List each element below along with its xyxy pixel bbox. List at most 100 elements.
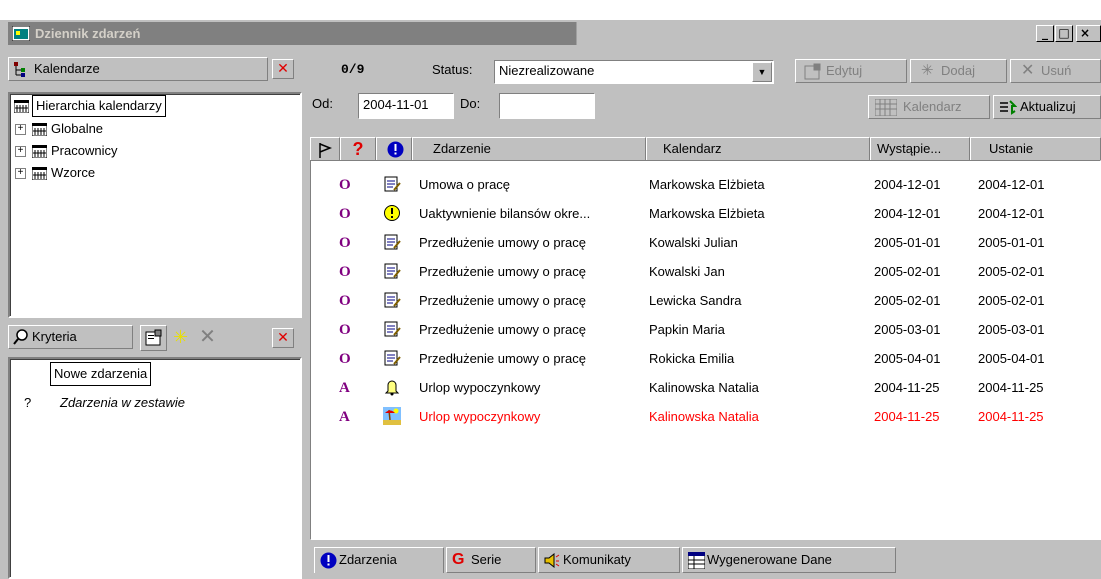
document-pen-icon (383, 233, 403, 253)
minimize-button[interactable]: _ (1036, 25, 1054, 42)
expand-icon[interactable]: + (15, 124, 26, 135)
column-occurred[interactable]: Wystąpie... (870, 137, 970, 161)
set-cell: 2004-12-01 (978, 177, 1045, 192)
event-cell: Uaktywnienie bilansów okre... (419, 206, 591, 221)
set-cell: 2005-03-01 (978, 322, 1045, 337)
table-row[interactable]: O Umowa o pracę Markowska Elżbieta 2004-12-… (311, 171, 1100, 199)
info-icon (320, 552, 337, 569)
flag-icon (319, 143, 333, 158)
refresh-button[interactable]: Aktualizuj (993, 95, 1101, 119)
table-row[interactable]: O Przedłużenie umowy o pracę Lewicka Sandr… (311, 287, 1100, 315)
column-calendar[interactable]: Kalendarz (646, 137, 870, 161)
add-label: Dodaj (941, 63, 975, 78)
event-cell: Przedłużenie umowy o pracę (419, 293, 586, 308)
occurred-cell: 2005-03-01 (874, 322, 941, 337)
chevron-down-icon[interactable]: ▼ (752, 62, 772, 82)
occurred-cell: 2004-11-25 (874, 380, 940, 395)
criteria-add-button[interactable]: ✳ (167, 325, 194, 351)
delete-button[interactable]: ✕ Usuń (1010, 59, 1101, 83)
status-value: Niezrealizowane (499, 63, 595, 78)
status-select[interactable]: Niezrealizowane ▼ (494, 60, 774, 84)
criteria-item[interactable]: Zdarzenia w zestawie (60, 392, 185, 414)
calendar-cell: Rokicka Emilia (649, 351, 735, 366)
flag-cell: O (339, 177, 351, 193)
table-row[interactable]: O Przedłużenie umowy o pracę Kowalski Juli… (311, 229, 1100, 257)
criteria-edit-button[interactable] (140, 325, 167, 351)
criteria-header: Kryteria (8, 325, 133, 349)
close-criteria-button[interactable]: ✕ (272, 328, 294, 348)
table-row[interactable]: A Urlop wypoczynkowy Kalinowska Natalia 200… (311, 403, 1100, 431)
to-date-input[interactable] (499, 93, 595, 119)
close-calendars-button[interactable]: ✕ (272, 59, 294, 79)
event-cell: Urlop wypoczynkowy (419, 409, 541, 424)
flag-cell: O (339, 206, 351, 222)
from-label: Od: (312, 96, 333, 111)
event-cell: Przedłużenie umowy o pracę (419, 351, 586, 366)
calendars-header: Kalendarze (8, 57, 268, 81)
tree-item-label: Pracownicy (51, 143, 118, 158)
calendar-cell: Kalinowska Natalia (649, 380, 759, 395)
app-icon (12, 26, 30, 41)
table-row[interactable]: O Przedłużenie umowy o pracę Kowalski Jan 2… (311, 258, 1100, 286)
events-grid[interactable]: O Umowa o pracę Markowska Elżbieta 2004-12-… (310, 160, 1101, 540)
magnifier-icon (13, 329, 28, 345)
occurred-cell: 2004-12-01 (874, 206, 941, 221)
tree-item-label: Wzorce (51, 165, 96, 180)
tab-events[interactable]: Zdarzenia (314, 547, 444, 573)
calendar-button[interactable]: Kalendarz (868, 95, 990, 119)
warning-circle-icon (383, 204, 403, 224)
document-pen-icon (383, 175, 403, 195)
edit-button[interactable]: Edytuj (795, 59, 907, 83)
properties-icon (804, 63, 821, 80)
event-cell: Przedłużenie umowy o pracę (419, 322, 586, 337)
column-set[interactable]: Ustanie (970, 137, 1101, 161)
calendar-grid-icon (875, 99, 897, 116)
set-cell: 2005-01-01 (978, 235, 1045, 250)
document-pen-icon (383, 320, 403, 340)
calendar-tree[interactable]: Hierarchia kalendarzy + Globalne + Praco… (8, 92, 302, 318)
calendar-cell: Papkin Maria (649, 322, 725, 337)
flag-cell: A (339, 409, 350, 425)
from-date-input[interactable]: 2004-11-01 (358, 93, 454, 119)
calendars-label: Kalendarze (34, 61, 100, 76)
calendar-icon (32, 145, 47, 158)
occurred-cell: 2005-04-01 (874, 351, 941, 366)
tab-series[interactable]: G Serie (446, 547, 536, 573)
close-button[interactable]: × (1076, 25, 1101, 42)
tree-root[interactable]: Hierarchia kalendarzy (32, 95, 166, 117)
set-cell: 2004-11-25 (978, 409, 1044, 424)
expand-icon[interactable]: + (15, 168, 26, 179)
calendar-cell: Markowska Elżbieta (649, 177, 765, 192)
column-info[interactable] (376, 137, 412, 161)
flag-cell: O (339, 293, 351, 309)
set-cell: 2005-02-01 (978, 293, 1045, 308)
tab-messages[interactable]: Komunikaty (538, 547, 680, 573)
criteria-item[interactable]: Nowe zdarzenia (50, 362, 152, 386)
maximize-button[interactable]: □ (1055, 25, 1073, 42)
tab-bar: Zdarzenia G Serie Komunikaty Wygenerowan… (310, 545, 1101, 579)
calendar-icon (14, 100, 29, 113)
event-cell: Przedłużenie umowy o pracę (419, 264, 586, 279)
tab-generated-data[interactable]: Wygenerowane Dane (682, 547, 896, 573)
properties-icon (145, 329, 162, 346)
column-question[interactable]: ? (340, 137, 376, 161)
table-row[interactable]: O Uaktywnienie bilansów okre... Markowska … (311, 200, 1100, 228)
expand-icon[interactable]: + (15, 146, 26, 157)
tab-label: Komunikaty (563, 552, 631, 567)
event-count: 0/9 (341, 62, 365, 77)
column-flag[interactable] (310, 137, 340, 161)
criteria-list[interactable]: Nowe zdarzenia ? Zdarzenia w zestawie (8, 357, 302, 579)
column-event[interactable]: Zdarzenie (412, 137, 646, 161)
add-button[interactable]: ✳ Dodaj (910, 59, 1007, 83)
criteria-delete-button[interactable]: ✕ (194, 325, 221, 351)
flag-cell: A (339, 380, 350, 396)
table-row[interactable]: O Przedłużenie umowy o pracę Papkin Maria 2… (311, 316, 1100, 344)
table-row[interactable]: O Przedłużenie umowy o pracę Rokicka Emili… (311, 345, 1100, 373)
occurred-cell: 2005-02-01 (874, 264, 941, 279)
table-row[interactable]: A Urlop wypoczynkowy Kalinowska Natalia 200… (311, 374, 1100, 402)
set-cell: 2005-04-01 (978, 351, 1045, 366)
flag-cell: O (339, 235, 351, 251)
flag-cell: O (339, 351, 351, 367)
to-label: Do: (460, 96, 481, 111)
occurred-cell: 2005-02-01 (874, 293, 941, 308)
